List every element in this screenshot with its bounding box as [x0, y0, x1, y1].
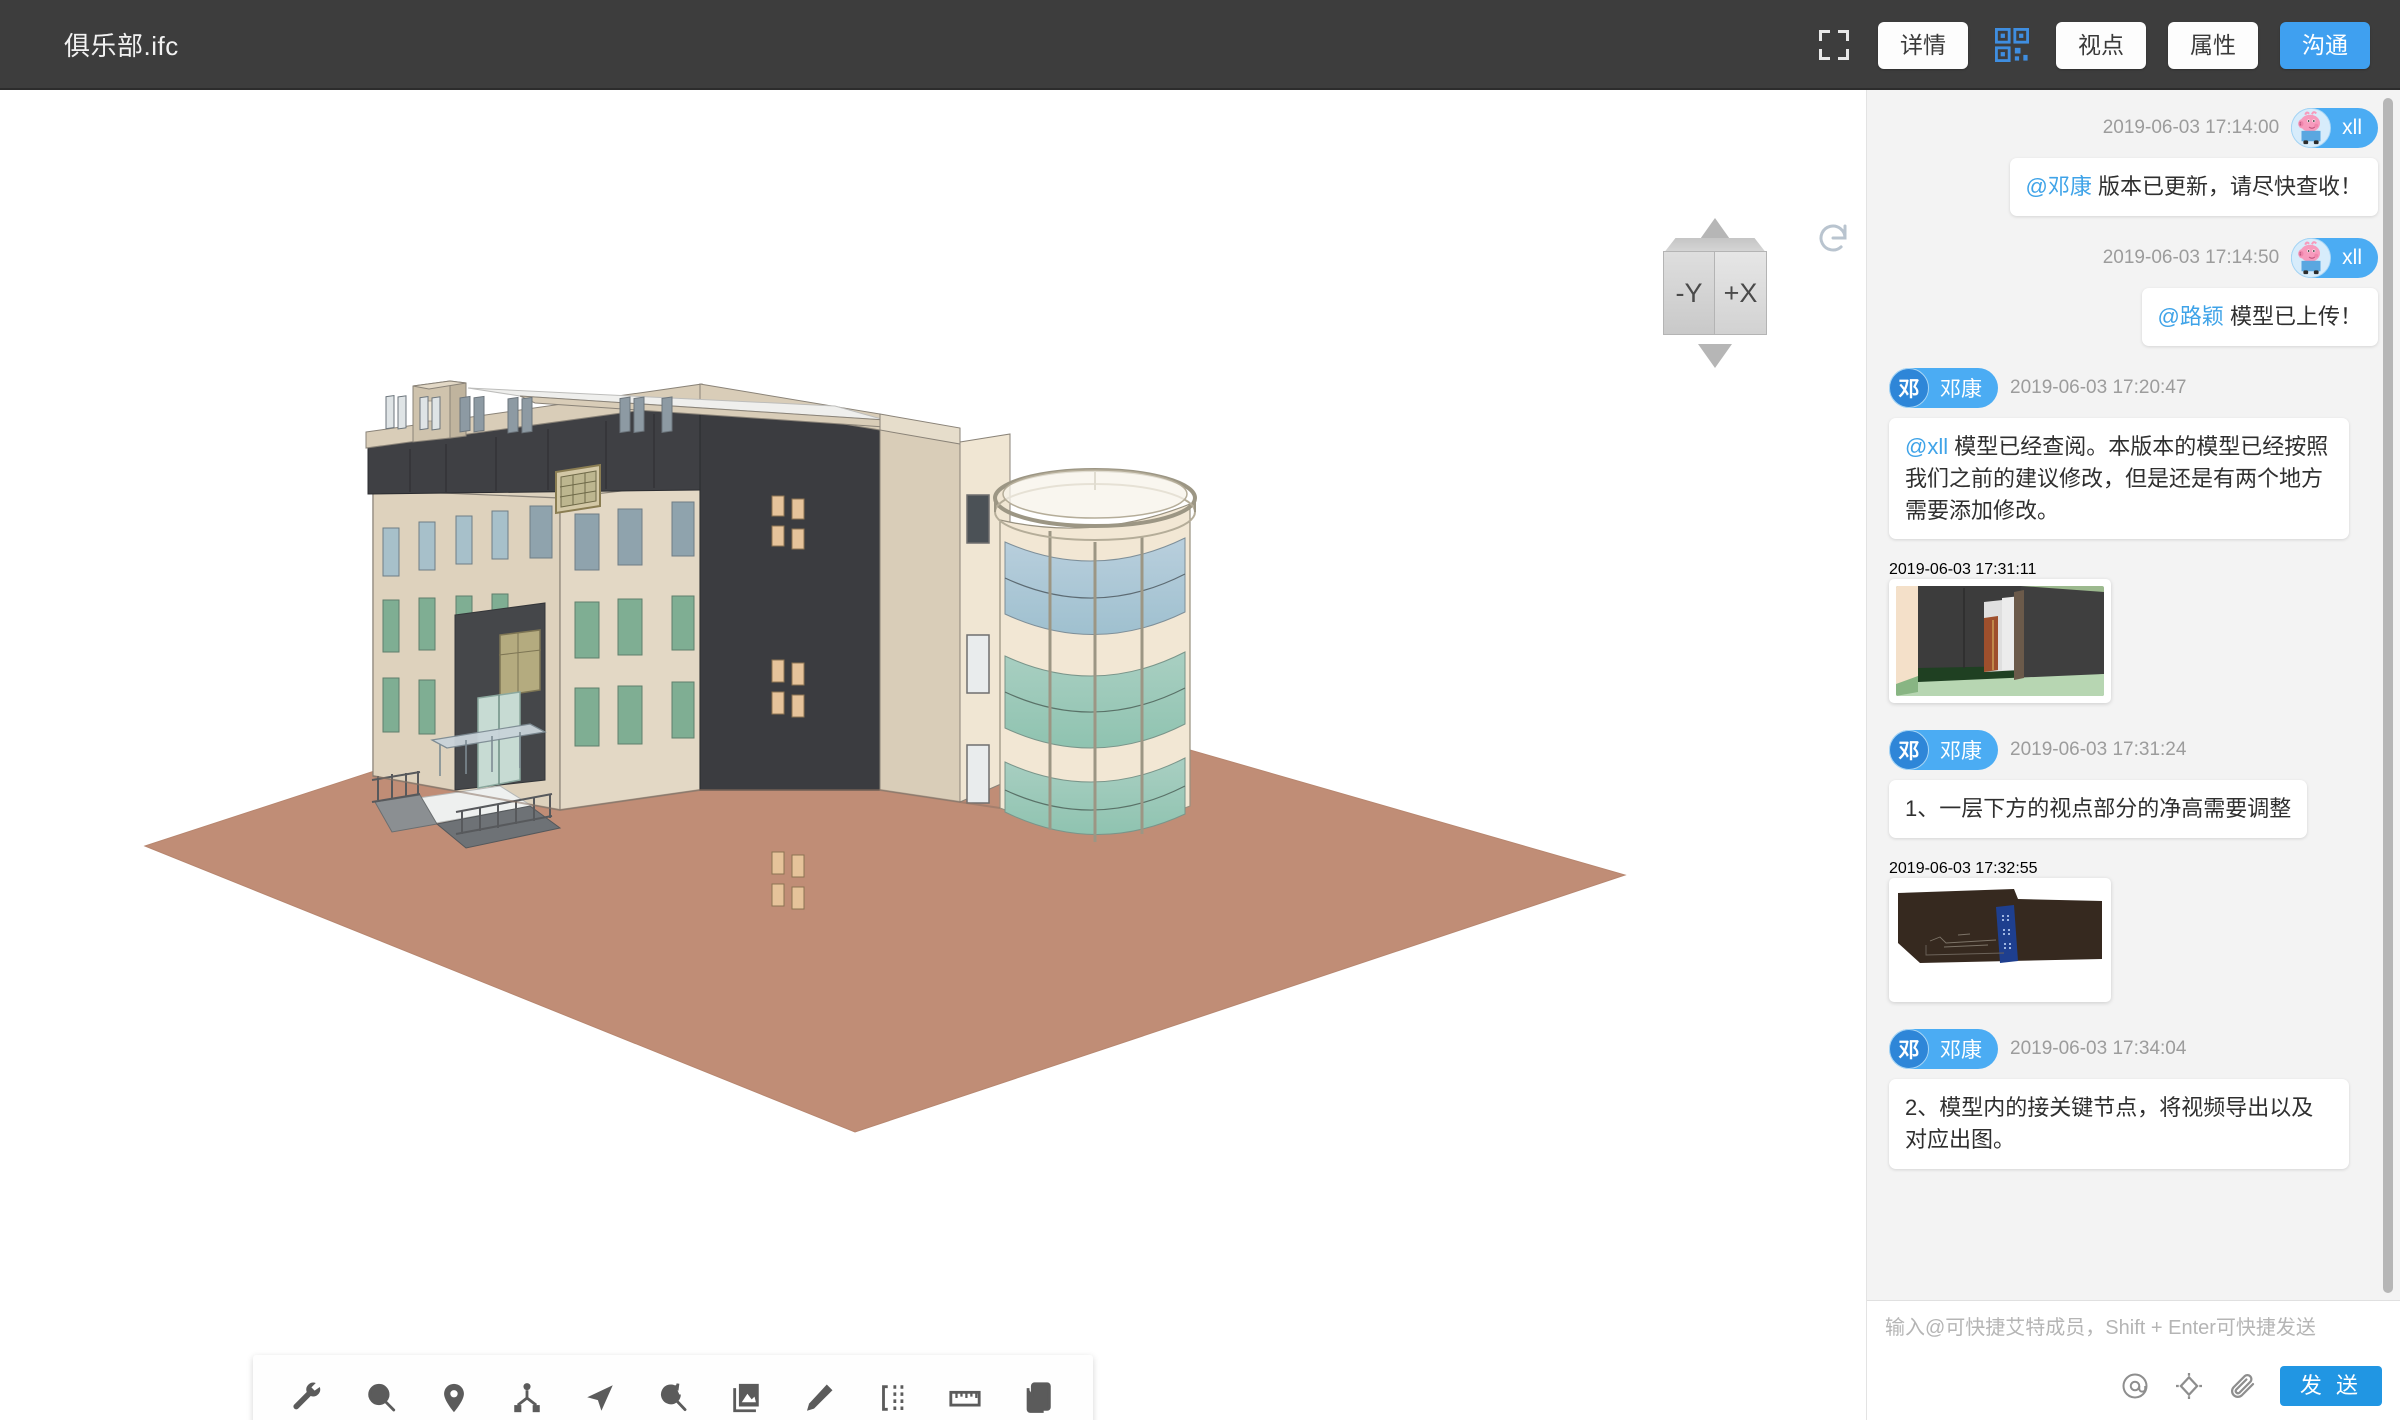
- rotate-search-icon[interactable]: [645, 1370, 701, 1420]
- message-meta: 2019-06-03 17:14:00 xll: [1889, 108, 2378, 148]
- author-name: 邓康: [1940, 740, 1982, 764]
- send-button[interactable]: 发 送: [2279, 1366, 2382, 1406]
- view-cube-face-plus-x[interactable]: +X: [1715, 251, 1767, 335]
- avatar[interactable]: [2291, 237, 2332, 278]
- author-name: xll: [2342, 116, 2362, 139]
- wrench-icon[interactable]: [280, 1370, 336, 1420]
- header-actions: 详情 视点 属性 沟通: [1812, 0, 2370, 90]
- bim-model-render: [143, 380, 1627, 1133]
- layers-copy-icon[interactable]: [1010, 1370, 1066, 1420]
- avatar[interactable]: [2291, 108, 2332, 148]
- fullscreen-icon[interactable]: [1812, 23, 1856, 67]
- details-button[interactable]: 详情: [1878, 21, 1968, 69]
- message-author[interactable]: xll: [2291, 108, 2378, 148]
- qr-code-icon[interactable]: [1990, 23, 2034, 67]
- triangle-down-icon[interactable]: [1698, 344, 1732, 368]
- message-timestamp: 2019-06-03 17:14:50: [2102, 246, 2280, 268]
- message-bubble: 2、模型内的接关键节点，将视频导出以及对应出图。: [1889, 1079, 2349, 1170]
- composer-actions: 发 送: [2118, 1366, 2382, 1406]
- chat-message: 邓邓康 2019-06-03 17:31:24 1、一层下方的视点部分的净高需要调整: [1889, 730, 2378, 839]
- message-text: 版本已更新，请尽快查收！: [2091, 174, 2362, 199]
- message-image[interactable]: [1889, 878, 2111, 1003]
- peppa-pig-avatar: [2292, 109, 2331, 147]
- message-text: 模型已上传！: [2223, 303, 2362, 329]
- message-meta: 2019-06-03 17:14:50 xll: [1889, 237, 2378, 278]
- message-meta: 邓邓康 2019-06-03 17:20:47: [1889, 367, 2378, 408]
- communication-button[interactable]: 沟通: [2280, 21, 2370, 69]
- section-clip-icon[interactable]: [864, 1370, 920, 1420]
- author-name: 邓康: [1940, 1039, 1982, 1063]
- chat-message: 邓邓康 2019-06-03 17:20:47 @xll 模型已经查阅。本版本的模型…: [1889, 367, 2378, 540]
- message-bubble: 1、一层下方的视点部分的净高需要调整: [1889, 780, 2308, 839]
- message-meta: 邓邓康 2019-06-03 17:31:24: [1889, 730, 2378, 771]
- message-meta: 邓邓康 2019-06-03 17:34:04: [1889, 1029, 2378, 1070]
- chat-message: 2019-06-03 17:31:11: [1889, 561, 2378, 708]
- chat-message: 2019-06-03 17:14:00 xll @邓康 版本已更新，请尽快查收！: [1889, 108, 2378, 216]
- view-cube[interactable]: -Y +X: [1655, 218, 1775, 368]
- viewpoint-target-icon[interactable]: [2172, 1369, 2206, 1403]
- model-viewport[interactable]: -Y +X: [0, 90, 1866, 1420]
- chat-scrollbar[interactable]: [2383, 98, 2393, 1293]
- message-timestamp: 2019-06-03 17:32:55: [1889, 860, 2038, 878]
- mention-tag[interactable]: @路颖: [2158, 304, 2224, 329]
- navigate-cursor-icon[interactable]: [572, 1370, 628, 1420]
- message-list[interactable]: 2019-06-03 17:14:00 xll @邓康 版本已更新，请尽快查收！ 2…: [1867, 90, 2400, 1300]
- search-icon[interactable]: [353, 1370, 409, 1420]
- viewpoint-screenshot-corridor-door: [1896, 586, 2104, 697]
- message-bubble: @邓康 版本已更新，请尽快查收！: [2009, 158, 2378, 216]
- message-bubble: @路颖 模型已上传！: [2141, 287, 2378, 346]
- communication-panel: 2019-06-03 17:14:00 xll @邓康 版本已更新，请尽快查收！ 2…: [1866, 90, 2400, 1420]
- message-image[interactable]: [1889, 579, 2111, 704]
- message-timestamp: 2019-06-03 17:31:24: [2010, 739, 2187, 761]
- viewer-toolbar: [253, 1355, 1093, 1420]
- message-text: 模型已经查阅。本版本的模型已经按照我们之前的建议修改，但是还是有两个地方需要添加…: [1905, 433, 2329, 523]
- chat-message: 2019-06-03 17:14:50 xll @路颖 模型已上传！: [1889, 237, 2378, 346]
- author-name: 邓康: [1940, 377, 1982, 401]
- peppa-pig-avatar: [2292, 238, 2331, 277]
- page-title: 俱乐部.ifc: [64, 30, 179, 61]
- chat-message: 2019-06-03 17:32:55: [1889, 860, 2378, 1007]
- mention-tag[interactable]: @xll: [1905, 434, 1948, 459]
- viewpoint-button[interactable]: 视点: [2056, 21, 2146, 69]
- message-timestamp: 2019-06-03 17:31:11: [1889, 561, 2037, 579]
- message-composer[interactable]: 输入@可快捷艾特成员，Shift + Enter可快捷发送 发 送: [1867, 1300, 2400, 1420]
- pencil-icon[interactable]: [791, 1370, 847, 1420]
- avatar[interactable]: 邓: [1889, 1029, 1929, 1070]
- properties-button[interactable]: 属性: [2168, 21, 2258, 69]
- viewpoint-screenshot-dark-interior: [1896, 885, 2104, 996]
- message-author[interactable]: 邓邓康: [1889, 367, 1998, 408]
- avatar[interactable]: 邓: [1889, 730, 1929, 771]
- message-text: 2、模型内的接关键节点，将视频导出以及对应出图。: [1905, 1095, 2314, 1153]
- paperclip-icon[interactable]: [2226, 1369, 2260, 1403]
- mention-tag[interactable]: @邓康: [2026, 174, 2092, 199]
- author-name: xll: [2342, 245, 2362, 269]
- message-author[interactable]: 邓邓康: [1889, 730, 1998, 771]
- message-author[interactable]: 邓邓康: [1889, 1029, 1998, 1070]
- message-text: 1、一层下方的视点部分的净高需要调整: [1905, 796, 2292, 822]
- app-header: 俱乐部.ifc 详情 视点 属性 沟通: [0, 0, 2400, 90]
- image-gallery-icon[interactable]: [718, 1370, 774, 1420]
- message-timestamp: 2019-06-03 17:34:04: [2010, 1038, 2187, 1060]
- ruler-icon[interactable]: [937, 1370, 993, 1420]
- node-tree-icon[interactable]: [499, 1370, 555, 1420]
- at-sign-icon[interactable]: [2118, 1369, 2152, 1403]
- message-timestamp: 2019-06-03 17:20:47: [2010, 376, 2187, 398]
- message-author[interactable]: xll: [2291, 237, 2378, 278]
- message-input[interactable]: 输入@可快捷艾特成员，Shift + Enter可快捷发送: [1885, 1315, 2382, 1341]
- view-cube-face-minus-y[interactable]: -Y: [1663, 251, 1715, 335]
- location-pin-icon[interactable]: [426, 1370, 482, 1420]
- avatar[interactable]: 邓: [1889, 367, 1929, 408]
- message-bubble: @xll 模型已经查阅。本版本的模型已经按照我们之前的建议修改，但是还是有两个地…: [1889, 417, 2349, 540]
- reset-rotate-icon[interactable]: [1815, 220, 1851, 256]
- message-timestamp: 2019-06-03 17:14:00: [2102, 117, 2280, 138]
- chat-message: 邓邓康 2019-06-03 17:34:04 2、模型内的接关键节点，将视频导出以…: [1889, 1029, 2378, 1170]
